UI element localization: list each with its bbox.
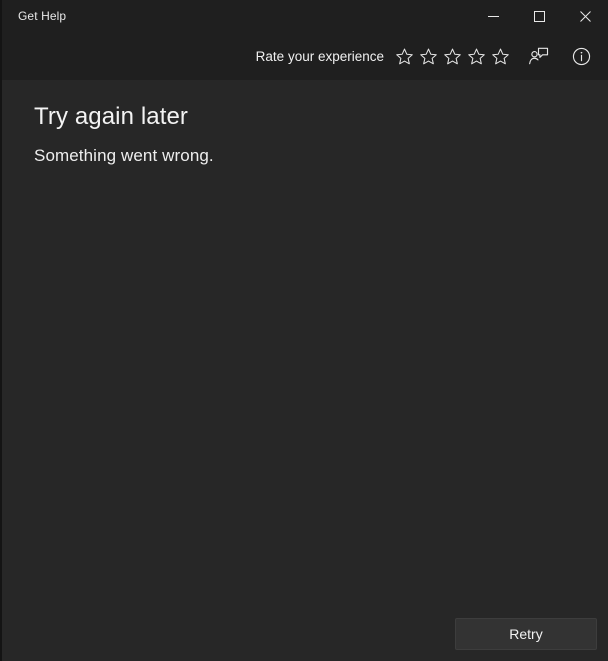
- retry-button[interactable]: Retry: [455, 618, 597, 650]
- rating-star-3[interactable]: [440, 41, 464, 71]
- maximize-button[interactable]: [516, 0, 562, 32]
- footer-actions: Retry: [2, 618, 597, 650]
- rating-star-5[interactable]: [488, 41, 512, 71]
- close-icon: [579, 10, 591, 22]
- content-area: Try again later Something went wrong. Re…: [2, 80, 608, 661]
- contact-support-button[interactable]: [521, 39, 555, 73]
- window-title: Get Help: [18, 9, 67, 23]
- star-outline-icon: [419, 48, 437, 64]
- star-outline-icon: [443, 48, 461, 64]
- title-bar[interactable]: Get Help: [2, 0, 608, 32]
- rate-experience-label: Rate your experience: [255, 48, 384, 64]
- info-button[interactable]: [564, 39, 598, 73]
- minimize-icon: [487, 15, 499, 17]
- person-chat-icon: [528, 47, 548, 64]
- rating-star-1[interactable]: [392, 41, 416, 71]
- page-title: Try again later: [34, 103, 189, 130]
- minimize-button[interactable]: [470, 0, 516, 32]
- rating-star-4[interactable]: [464, 41, 488, 71]
- maximize-icon: [533, 10, 545, 22]
- command-bar: Rate your experience: [2, 32, 608, 80]
- star-outline-icon: [491, 48, 509, 64]
- close-button[interactable]: [562, 0, 608, 32]
- error-message: Something went wrong.: [34, 146, 214, 165]
- rating-stars[interactable]: [392, 41, 512, 71]
- star-outline-icon: [395, 48, 413, 64]
- get-help-window: Get Help Rate your experience Try again …: [0, 0, 608, 661]
- info-circle-icon: [572, 47, 590, 65]
- star-outline-icon: [467, 48, 485, 64]
- window-controls: [470, 0, 608, 32]
- rating-star-2[interactable]: [416, 41, 440, 71]
